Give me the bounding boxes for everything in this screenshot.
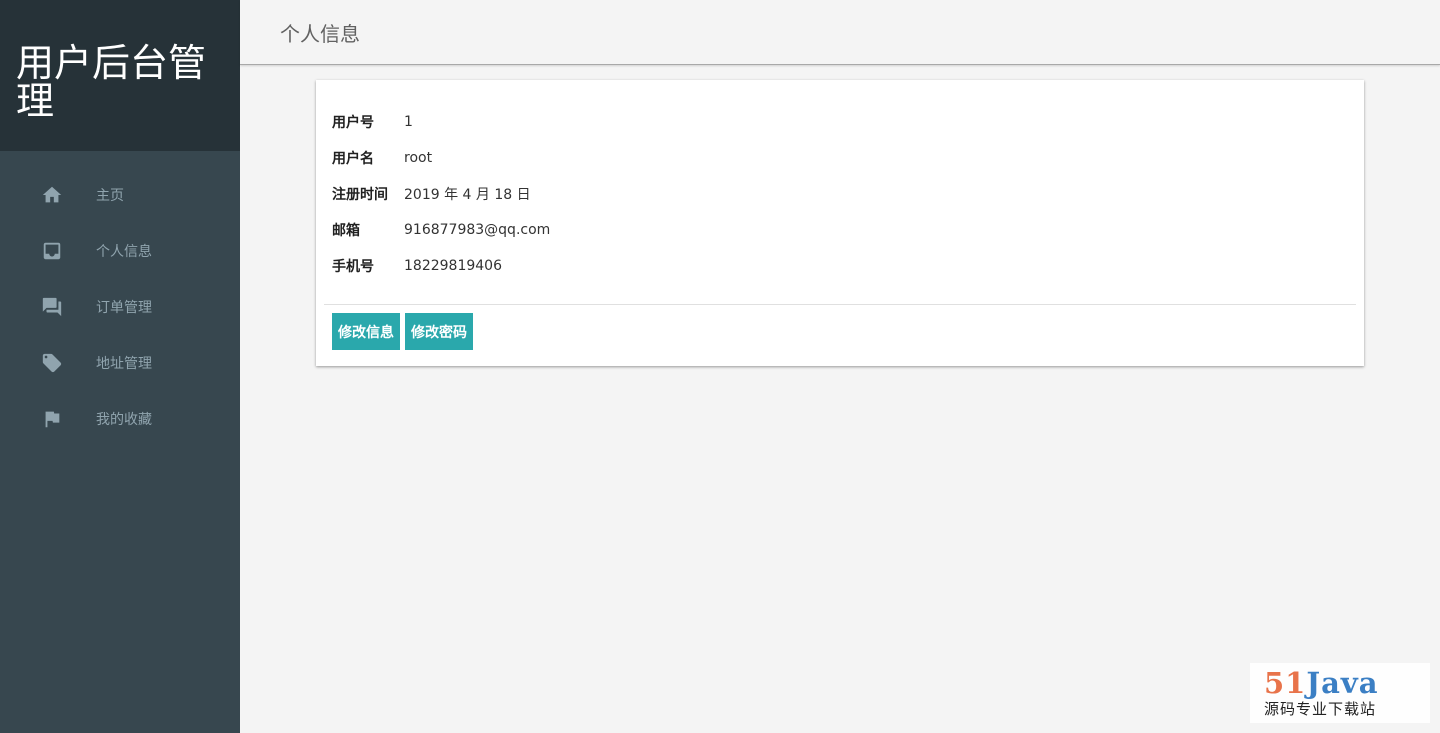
forum-icon — [40, 295, 64, 319]
sidebar-item-profile[interactable]: 个人信息 — [0, 223, 240, 279]
sidebar-item-orders[interactable]: 订单管理 — [0, 279, 240, 335]
sidebar-item-label: 主页 — [96, 188, 124, 204]
sidebar-item-label: 地址管理 — [96, 356, 152, 372]
top-bar: 个人信息 — [240, 0, 1440, 65]
watermark-logo: 51Java — [1264, 667, 1416, 699]
email-value: 916877983@qq.com — [404, 222, 551, 238]
sidebar-item-home[interactable]: 主页 — [0, 167, 240, 223]
username-row: 用户名 root — [332, 140, 1348, 176]
phone-label: 手机号 — [332, 259, 374, 275]
sidebar: 用户后台管理 主页 个人信息 订单管理 地址管理 我的收藏 — [0, 0, 240, 733]
registration-date-label: 注册时间 — [332, 187, 388, 203]
site-watermark: 51Java 源码专业下载站 — [1250, 663, 1430, 723]
sidebar-item-label: 个人信息 — [96, 244, 152, 260]
username-value: root — [404, 150, 433, 166]
edit-info-button[interactable]: 修改信息 — [332, 313, 400, 350]
sidebar-item-label: 订单管理 — [96, 300, 152, 316]
sidebar-item-favorites[interactable]: 我的收藏 — [0, 391, 240, 447]
watermark-subtitle: 源码专业下载站 — [1264, 700, 1377, 718]
user-id-value: 1 — [404, 114, 413, 130]
phone-value: 18229819406 — [404, 258, 502, 274]
profile-card: 用户号 1 用户名 root 注册时间 2019 年 4 月 18 日 邮箱 9… — [316, 80, 1364, 366]
email-label: 邮箱 — [332, 223, 360, 239]
app-title: 用户后台管理 — [0, 0, 240, 151]
sidebar-item-label: 我的收藏 — [96, 412, 152, 428]
email-row: 邮箱 916877983@qq.com — [332, 212, 1348, 248]
page-title: 个人信息 — [280, 21, 360, 46]
sidebar-nav: 主页 个人信息 订单管理 地址管理 我的收藏 — [0, 151, 240, 447]
user-id-row: 用户号 1 — [332, 104, 1348, 140]
user-id-label: 用户号 — [332, 115, 374, 131]
phone-row: 手机号 18229819406 — [332, 248, 1348, 284]
inbox-icon — [40, 239, 64, 263]
registration-date-value: 2019 年 4 月 18 日 — [404, 187, 531, 203]
registration-date-row: 注册时间 2019 年 4 月 18 日 — [332, 176, 1348, 212]
home-icon — [40, 183, 64, 207]
watermark-logo-number: 51 — [1264, 666, 1307, 700]
watermark-logo-word: Java — [1306, 666, 1379, 700]
tag-icon — [40, 351, 64, 375]
card-actions: 修改信息 修改密码 — [332, 313, 473, 350]
change-password-button[interactable]: 修改密码 — [405, 313, 473, 350]
flag-icon — [40, 407, 64, 431]
username-label: 用户名 — [332, 151, 374, 167]
profile-info-list: 用户号 1 用户名 root 注册时间 2019 年 4 月 18 日 邮箱 9… — [316, 80, 1364, 284]
sidebar-item-addresses[interactable]: 地址管理 — [0, 335, 240, 391]
card-divider — [324, 304, 1356, 305]
